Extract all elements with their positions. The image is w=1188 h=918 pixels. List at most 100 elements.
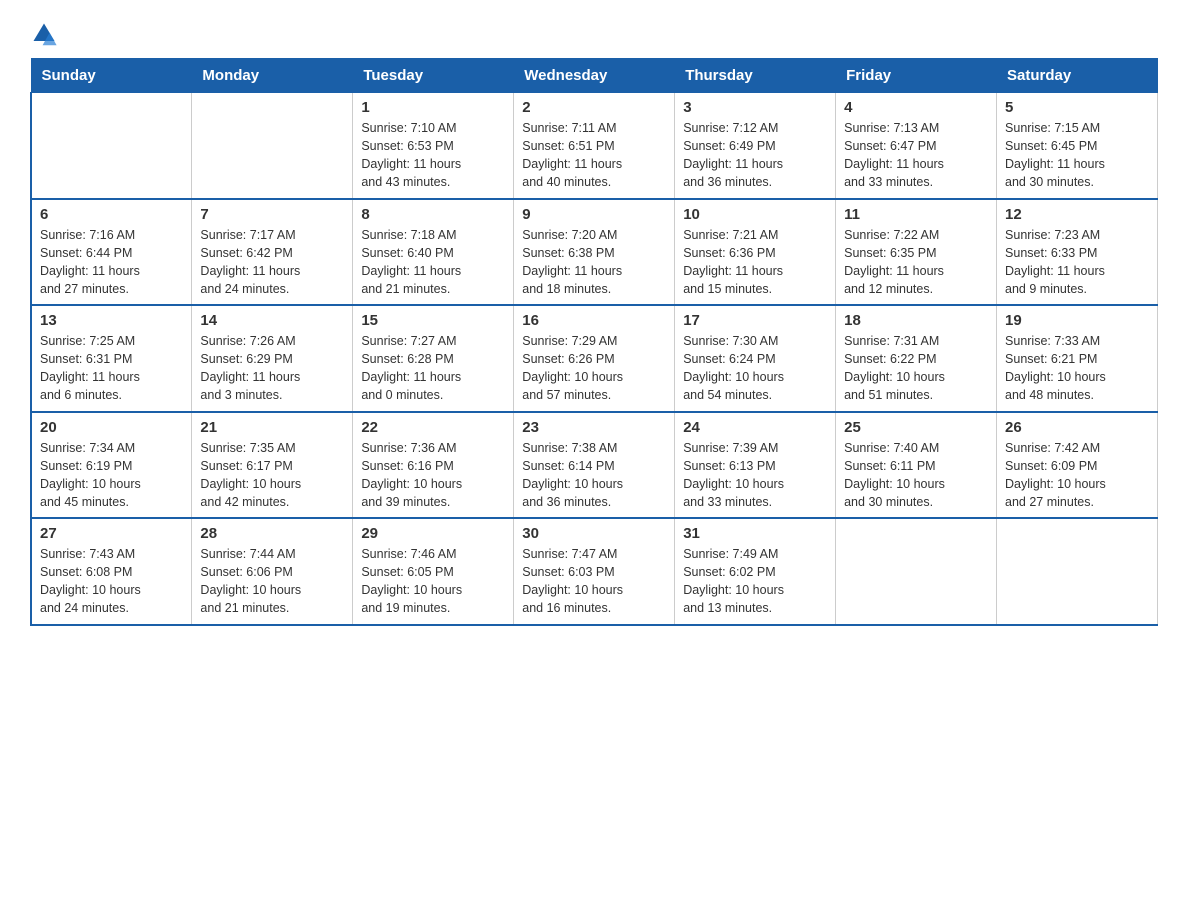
- day-info: Sunrise: 7:12 AM Sunset: 6:49 PM Dayligh…: [683, 119, 827, 192]
- day-info: Sunrise: 7:17 AM Sunset: 6:42 PM Dayligh…: [200, 226, 344, 299]
- calendar-cell: 10 Sunrise: 7:21 AM Sunset: 6:36 PM Dayli…: [675, 199, 836, 306]
- weekday-header-saturday: Saturday: [997, 59, 1158, 93]
- day-number: 24: [683, 419, 827, 436]
- day-info: Sunrise: 7:43 AM Sunset: 6:08 PM Dayligh…: [40, 545, 183, 618]
- day-info: Sunrise: 7:18 AM Sunset: 6:40 PM Dayligh…: [361, 226, 505, 299]
- calendar-cell: 27 Sunrise: 7:43 AM Sunset: 6:08 PM Dayli…: [31, 518, 192, 625]
- day-info: Sunrise: 7:40 AM Sunset: 6:11 PM Dayligh…: [844, 439, 988, 512]
- calendar-cell: 16 Sunrise: 7:29 AM Sunset: 6:26 PM Dayli…: [514, 305, 675, 412]
- day-number: 29: [361, 525, 505, 542]
- calendar-cell: [192, 93, 353, 199]
- calendar-week-row: 1 Sunrise: 7:10 AM Sunset: 6:53 PM Daylig…: [31, 93, 1158, 199]
- day-number: 3: [683, 99, 827, 116]
- day-number: 17: [683, 312, 827, 329]
- calendar-cell: 26Sunrise: 7:42 AM Sunset: 6:09 PM Dayli…: [997, 412, 1158, 519]
- calendar-cell: 12 Sunrise: 7:23 AM Sunset: 6:33 PM Dayli…: [997, 199, 1158, 306]
- day-info: Sunrise: 7:30 AM Sunset: 6:24 PM Dayligh…: [683, 332, 827, 405]
- day-info: Sunrise: 7:13 AM Sunset: 6:47 PM Dayligh…: [844, 119, 988, 192]
- day-info: Sunrise: 7:44 AM Sunset: 6:06 PM Dayligh…: [200, 545, 344, 618]
- weekday-header-sunday: Sunday: [31, 59, 192, 93]
- day-info: Sunrise: 7:25 AM Sunset: 6:31 PM Dayligh…: [40, 332, 183, 405]
- calendar-week-row: 27 Sunrise: 7:43 AM Sunset: 6:08 PM Dayli…: [31, 518, 1158, 625]
- calendar-cell: 18 Sunrise: 7:31 AM Sunset: 6:22 PM Dayli…: [836, 305, 997, 412]
- day-info: Sunrise: 7:21 AM Sunset: 6:36 PM Dayligh…: [683, 226, 827, 299]
- day-info: Sunrise: 7:31 AM Sunset: 6:22 PM Dayligh…: [844, 332, 988, 405]
- weekday-header-tuesday: Tuesday: [353, 59, 514, 93]
- calendar-week-row: 6Sunrise: 7:16 AM Sunset: 6:44 PM Daylig…: [31, 199, 1158, 306]
- day-number: 20: [40, 419, 183, 436]
- calendar-cell: 21 Sunrise: 7:35 AM Sunset: 6:17 PM Dayli…: [192, 412, 353, 519]
- day-number: 19: [1005, 312, 1149, 329]
- day-info: Sunrise: 7:22 AM Sunset: 6:35 PM Dayligh…: [844, 226, 988, 299]
- day-number: 12: [1005, 206, 1149, 223]
- day-info: Sunrise: 7:38 AM Sunset: 6:14 PM Dayligh…: [522, 439, 666, 512]
- day-info: Sunrise: 7:33 AM Sunset: 6:21 PM Dayligh…: [1005, 332, 1149, 405]
- day-info: Sunrise: 7:42 AM Sunset: 6:09 PM Dayligh…: [1005, 439, 1149, 512]
- calendar-cell: 14 Sunrise: 7:26 AM Sunset: 6:29 PM Dayli…: [192, 305, 353, 412]
- calendar-cell: 24Sunrise: 7:39 AM Sunset: 6:13 PM Dayli…: [675, 412, 836, 519]
- calendar-cell: 29 Sunrise: 7:46 AM Sunset: 6:05 PM Dayli…: [353, 518, 514, 625]
- day-info: Sunrise: 7:20 AM Sunset: 6:38 PM Dayligh…: [522, 226, 666, 299]
- calendar-cell: 5 Sunrise: 7:15 AM Sunset: 6:45 PM Daylig…: [997, 93, 1158, 199]
- day-info: Sunrise: 7:15 AM Sunset: 6:45 PM Dayligh…: [1005, 119, 1149, 192]
- calendar-week-row: 13Sunrise: 7:25 AM Sunset: 6:31 PM Dayli…: [31, 305, 1158, 412]
- calendar-cell: 3 Sunrise: 7:12 AM Sunset: 6:49 PM Daylig…: [675, 93, 836, 199]
- calendar-cell: 17 Sunrise: 7:30 AM Sunset: 6:24 PM Dayli…: [675, 305, 836, 412]
- weekday-header-monday: Monday: [192, 59, 353, 93]
- day-info: Sunrise: 7:47 AM Sunset: 6:03 PM Dayligh…: [522, 545, 666, 618]
- calendar-week-row: 20 Sunrise: 7:34 AM Sunset: 6:19 PM Dayli…: [31, 412, 1158, 519]
- weekday-header-friday: Friday: [836, 59, 997, 93]
- calendar-cell: 28 Sunrise: 7:44 AM Sunset: 6:06 PM Dayli…: [192, 518, 353, 625]
- day-number: 18: [844, 312, 988, 329]
- day-number: 16: [522, 312, 666, 329]
- day-number: 28: [200, 525, 344, 542]
- day-number: 30: [522, 525, 666, 542]
- day-number: 15: [361, 312, 505, 329]
- calendar-cell: 20 Sunrise: 7:34 AM Sunset: 6:19 PM Dayli…: [31, 412, 192, 519]
- day-number: 25: [844, 419, 988, 436]
- calendar-cell: [836, 518, 997, 625]
- day-info: Sunrise: 7:27 AM Sunset: 6:28 PM Dayligh…: [361, 332, 505, 405]
- day-info: Sunrise: 7:29 AM Sunset: 6:26 PM Dayligh…: [522, 332, 666, 405]
- calendar-cell: [31, 93, 192, 199]
- day-number: 10: [683, 206, 827, 223]
- day-number: 31: [683, 525, 827, 542]
- weekday-header-wednesday: Wednesday: [514, 59, 675, 93]
- day-number: 27: [40, 525, 183, 542]
- calendar-cell: 23 Sunrise: 7:38 AM Sunset: 6:14 PM Dayli…: [514, 412, 675, 519]
- day-number: 22: [361, 419, 505, 436]
- day-info: Sunrise: 7:46 AM Sunset: 6:05 PM Dayligh…: [361, 545, 505, 618]
- calendar-cell: 22Sunrise: 7:36 AM Sunset: 6:16 PM Dayli…: [353, 412, 514, 519]
- day-number: 6: [40, 206, 183, 223]
- day-info: Sunrise: 7:10 AM Sunset: 6:53 PM Dayligh…: [361, 119, 505, 192]
- calendar-table: SundayMondayTuesdayWednesdayThursdayFrid…: [30, 58, 1158, 626]
- day-number: 9: [522, 206, 666, 223]
- day-info: Sunrise: 7:11 AM Sunset: 6:51 PM Dayligh…: [522, 119, 666, 192]
- day-number: 7: [200, 206, 344, 223]
- day-info: Sunrise: 7:26 AM Sunset: 6:29 PM Dayligh…: [200, 332, 344, 405]
- page-header: [30, 20, 1158, 48]
- calendar-cell: 31Sunrise: 7:49 AM Sunset: 6:02 PM Dayli…: [675, 518, 836, 625]
- day-number: 4: [844, 99, 988, 116]
- logo-icon: [30, 20, 58, 48]
- calendar-cell: 4 Sunrise: 7:13 AM Sunset: 6:47 PM Daylig…: [836, 93, 997, 199]
- calendar-cell: 6Sunrise: 7:16 AM Sunset: 6:44 PM Daylig…: [31, 199, 192, 306]
- day-number: 11: [844, 206, 988, 223]
- calendar-cell: 15 Sunrise: 7:27 AM Sunset: 6:28 PM Dayli…: [353, 305, 514, 412]
- calendar-cell: 7 Sunrise: 7:17 AM Sunset: 6:42 PM Daylig…: [192, 199, 353, 306]
- calendar-cell: 25 Sunrise: 7:40 AM Sunset: 6:11 PM Dayli…: [836, 412, 997, 519]
- day-info: Sunrise: 7:35 AM Sunset: 6:17 PM Dayligh…: [200, 439, 344, 512]
- logo: [30, 20, 64, 48]
- day-number: 2: [522, 99, 666, 116]
- calendar-cell: [997, 518, 1158, 625]
- calendar-cell: 30 Sunrise: 7:47 AM Sunset: 6:03 PM Dayli…: [514, 518, 675, 625]
- day-number: 23: [522, 419, 666, 436]
- day-info: Sunrise: 7:34 AM Sunset: 6:19 PM Dayligh…: [40, 439, 183, 512]
- calendar-cell: 8Sunrise: 7:18 AM Sunset: 6:40 PM Daylig…: [353, 199, 514, 306]
- calendar-cell: 9 Sunrise: 7:20 AM Sunset: 6:38 PM Daylig…: [514, 199, 675, 306]
- day-number: 14: [200, 312, 344, 329]
- day-number: 1: [361, 99, 505, 116]
- day-number: 21: [200, 419, 344, 436]
- day-info: Sunrise: 7:23 AM Sunset: 6:33 PM Dayligh…: [1005, 226, 1149, 299]
- day-number: 5: [1005, 99, 1149, 116]
